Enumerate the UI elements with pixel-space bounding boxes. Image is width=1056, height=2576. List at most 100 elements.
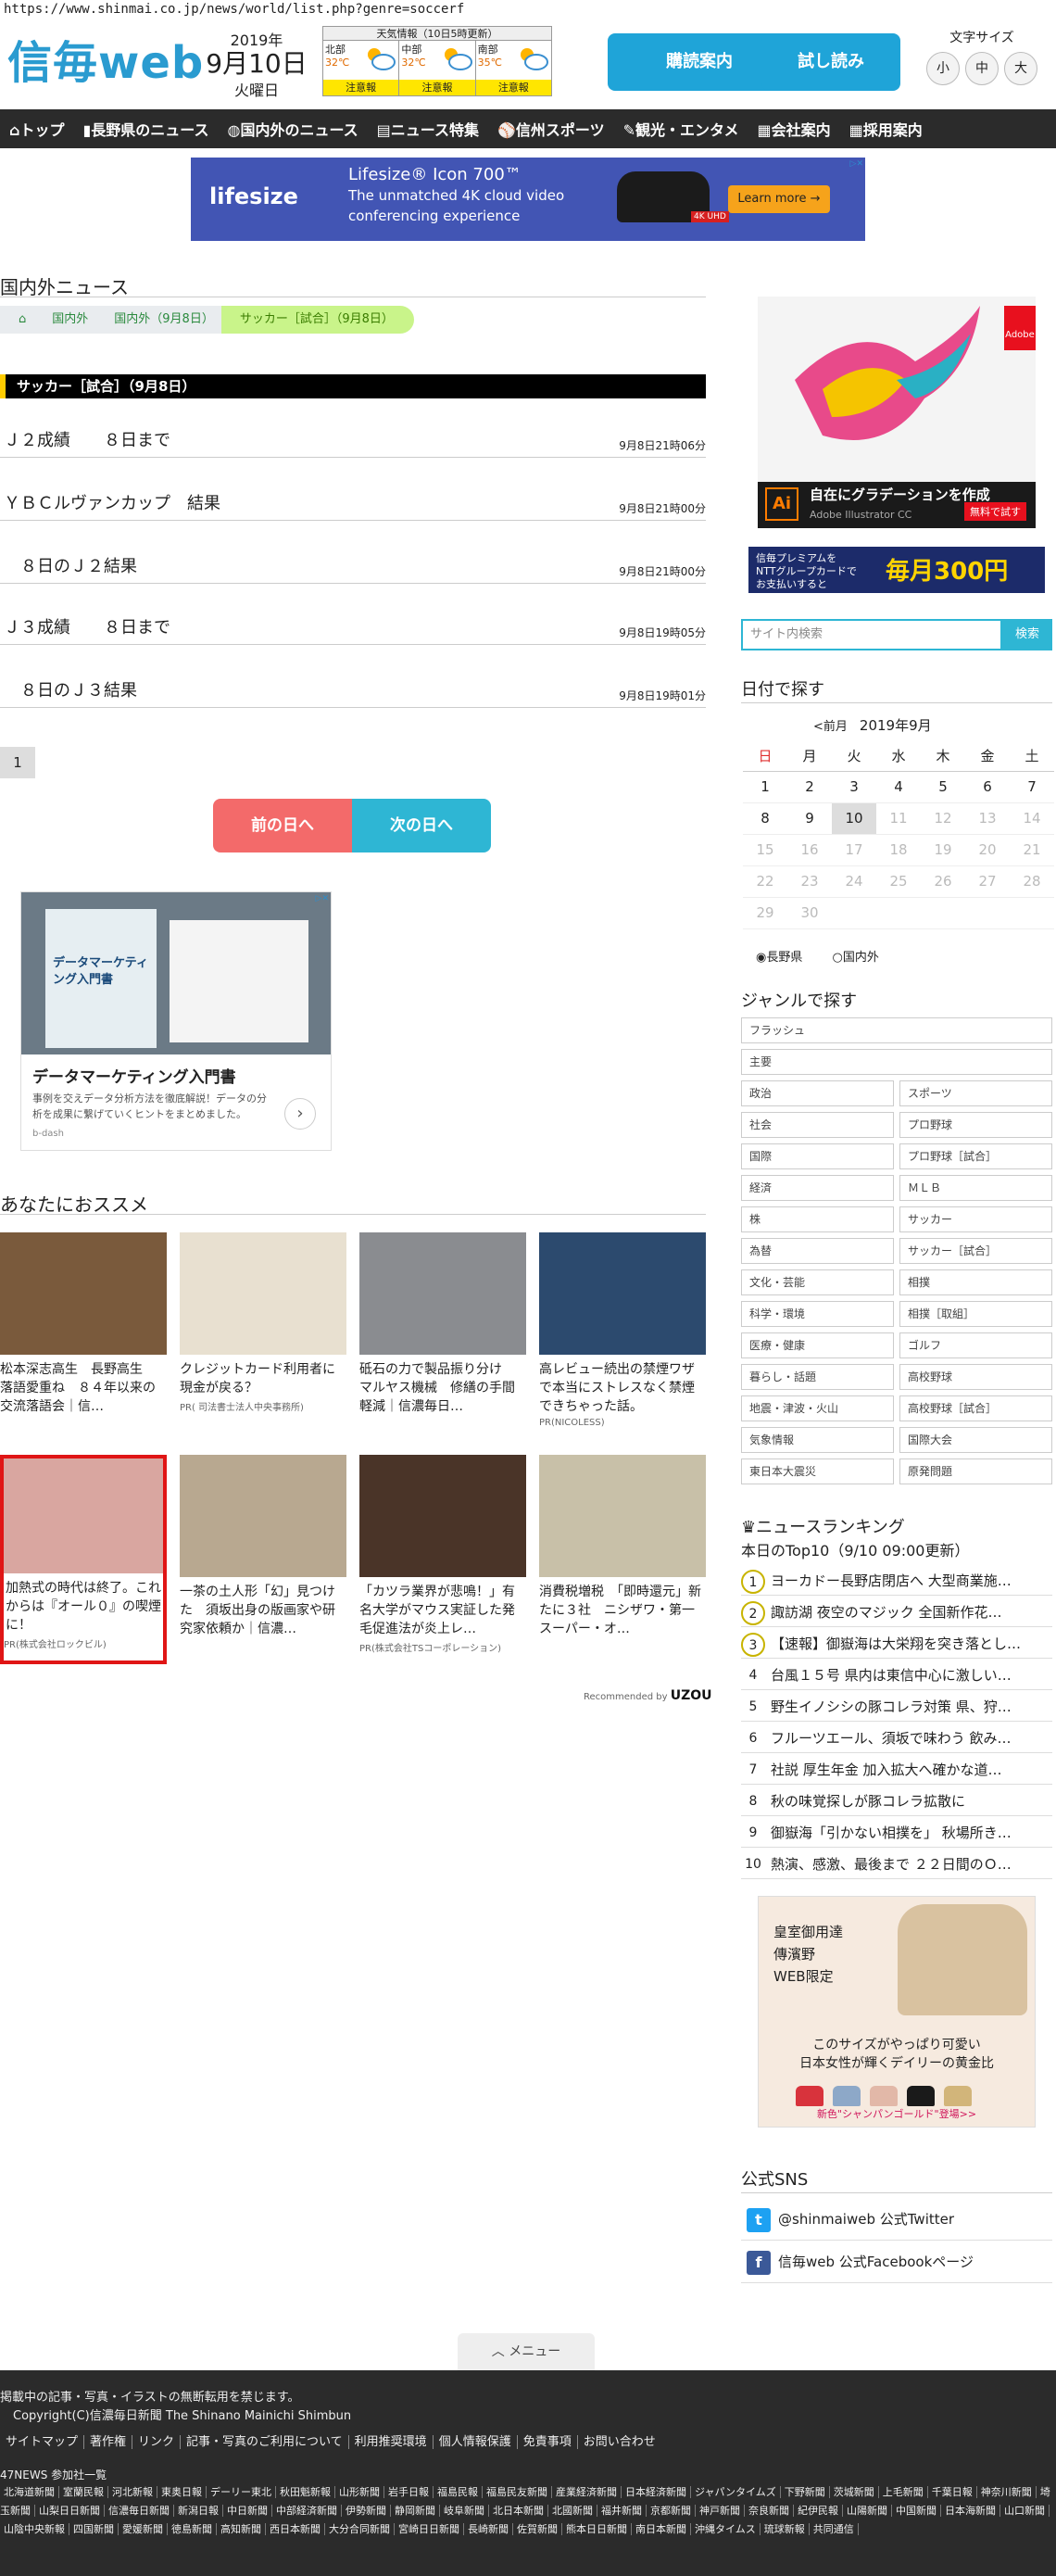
prev-day-button[interactable]: 前の日へ bbox=[213, 799, 352, 852]
recommended-by[interactable]: Recommended by UZOU bbox=[584, 1688, 712, 1703]
ranking-item[interactable]: 2 諏訪湖 夜空のマジック 全国新作花… bbox=[741, 1597, 1052, 1627]
genre-item[interactable]: 株 bbox=[741, 1206, 894, 1232]
news-item[interactable]: ８日のＪ３結果 9月8日19時01分 bbox=[0, 665, 706, 708]
genre-item[interactable]: プロ野球 bbox=[899, 1112, 1052, 1138]
newspaper-link[interactable]: 琉球新報 bbox=[760, 2523, 810, 2535]
newspaper-link[interactable]: 福島民友新聞 bbox=[483, 2486, 552, 2498]
ranking-item[interactable]: 10 熱演、感激、最後まで ２２日間のＯ… bbox=[741, 1850, 1052, 1879]
news-title[interactable]: ８日のＪ３結果 bbox=[4, 677, 137, 701]
menu-tab[interactable]: ︿ メニュー bbox=[458, 2333, 595, 2370]
genre-item[interactable]: 東日本大震災 bbox=[741, 1458, 894, 1484]
recommend-card[interactable]: 加熱式の時代は終了。これからは『オール０』の喫煙に！ PR(株式会社ロックビル) bbox=[0, 1455, 167, 1664]
newspaper-link[interactable]: 南日本新聞 bbox=[632, 2523, 691, 2535]
genre-item[interactable]: ゴルフ bbox=[899, 1332, 1052, 1358]
calendar-day[interactable]: 8 bbox=[743, 802, 787, 835]
newspaper-link[interactable]: 共同通信 bbox=[809, 2523, 859, 2535]
newspaper-link[interactable]: 中部経済新聞 bbox=[272, 2505, 342, 2517]
calendar-day[interactable]: 7 bbox=[1010, 771, 1054, 803]
genre-item[interactable]: 地震・津波・火山 bbox=[741, 1395, 894, 1421]
newspaper-link[interactable]: 産業経済新聞 bbox=[552, 2486, 622, 2498]
weather-widget[interactable]: 天気情報（10日5時更新） 北部 32℃ 注意報 中部 32℃ 注意報 南部 3… bbox=[322, 26, 552, 96]
newspaper-link[interactable]: 西日本新聞 bbox=[266, 2523, 325, 2535]
newspaper-link[interactable]: 北國新聞 bbox=[548, 2505, 597, 2517]
chevron-right-icon[interactable]: › bbox=[284, 1098, 316, 1130]
footer-link[interactable]: 免責事項 bbox=[517, 2435, 578, 2449]
genre-item[interactable]: 為替 bbox=[741, 1238, 894, 1264]
genre-item[interactable]: 高校野球 bbox=[899, 1364, 1052, 1390]
recommend-card[interactable]: クレジットカード利用者に現金が戻る？ PR( 司法書士法人中央事務所) bbox=[180, 1232, 346, 1413]
newspaper-link[interactable]: 中日新聞 bbox=[223, 2505, 272, 2517]
genre-item[interactable]: 経済 bbox=[741, 1175, 894, 1201]
newspaper-link[interactable]: ジャパンタイムズ bbox=[691, 2486, 781, 2498]
newspaper-link[interactable]: 四国新聞 bbox=[69, 2523, 119, 2535]
newspaper-link[interactable]: 新潟日報 bbox=[174, 2505, 223, 2517]
newspaper-link[interactable]: 神奈川新聞 bbox=[976, 2486, 1037, 2498]
pagination-current[interactable]: 1 bbox=[0, 747, 35, 778]
learn-more-button[interactable]: Learn more → bbox=[728, 185, 830, 213]
recommend-card[interactable]: 高レビュー続出の禁煙ワザで本当にストレスなく禁煙できちゃった話。 PR(NICOL… bbox=[539, 1232, 706, 1428]
genre-item[interactable]: プロ野球［試合］ bbox=[899, 1143, 1052, 1169]
url-bar[interactable]: https://www.shinmai.co.jp/news/world/lis… bbox=[4, 2, 464, 17]
newspaper-link[interactable]: デーリー東北 bbox=[207, 2486, 276, 2498]
newspaper-link[interactable]: 福井新聞 bbox=[597, 2505, 647, 2517]
trial-button[interactable]: 試し読み bbox=[761, 33, 900, 91]
newspaper-link[interactable]: 岩手日報 bbox=[384, 2486, 434, 2498]
news-item[interactable]: ＹＢＣルヴァンカップ 結果 9月8日21時00分 bbox=[0, 478, 706, 521]
next-day-button[interactable]: 次の日へ bbox=[352, 799, 491, 852]
genre-item[interactable]: 相撲 bbox=[899, 1269, 1052, 1295]
genre-item[interactable]: 文化・芸能 bbox=[741, 1269, 894, 1295]
weather-north[interactable]: 北部 32℃ 注意報 bbox=[323, 41, 400, 95]
site-logo[interactable]: 信毎web bbox=[7, 26, 204, 91]
font-small-button[interactable]: 小 bbox=[926, 52, 960, 85]
footer-link[interactable]: お問い合わせ bbox=[578, 2435, 661, 2449]
newspaper-link[interactable]: 神戸新聞 bbox=[696, 2505, 745, 2517]
twitter-link[interactable]: t @shinmaiweb 公式Twitter bbox=[741, 2198, 1052, 2241]
genre-item[interactable]: 気象情報 bbox=[741, 1427, 894, 1453]
search-button[interactable]: 検索 bbox=[1002, 619, 1052, 650]
free-trial-button[interactable]: 無料で試す bbox=[964, 502, 1026, 521]
newspaper-link[interactable]: 秋田魁新報 bbox=[276, 2486, 335, 2498]
nav-world[interactable]: ◍国内外のニュース bbox=[218, 118, 367, 140]
news-item[interactable]: Ｊ２成績 ８日まで 9月8日21時06分 bbox=[0, 415, 706, 458]
footer-link[interactable]: リンク bbox=[132, 2435, 182, 2449]
calendar-day[interactable]: 2 bbox=[787, 771, 832, 803]
ranking-item[interactable]: 8 秋の味覚探しが豚コレラ拡散に bbox=[741, 1787, 1052, 1816]
newspaper-link[interactable]: 伊勢新聞 bbox=[342, 2505, 391, 2517]
genre-item[interactable]: 政治 bbox=[741, 1080, 894, 1106]
newspaper-link[interactable]: 山口新聞 bbox=[1000, 2505, 1050, 2517]
newspaper-link[interactable]: 千葉日報 bbox=[927, 2486, 977, 2498]
newspaper-link[interactable]: 京都新聞 bbox=[647, 2505, 696, 2517]
data-marketing-ad[interactable]: データマーケティング入門書 ▷✕ データマーケティング入門書 事例を交えデータ分… bbox=[20, 891, 332, 1151]
newspaper-link[interactable]: 熊本日日新聞 bbox=[562, 2523, 632, 2535]
newspaper-link[interactable]: 信濃毎日新聞 bbox=[105, 2505, 174, 2517]
calendar-day[interactable]: 5 bbox=[921, 771, 965, 803]
prev-month-link[interactable]: <前月 bbox=[813, 720, 848, 734]
ranking-item[interactable]: 1 ヨーカドー長野店閉店へ 大型商業施… bbox=[741, 1566, 1052, 1596]
premium-banner[interactable]: 信毎プレミアムを NTTグループカードで お支払いすると 毎月300円 bbox=[748, 547, 1045, 593]
news-title[interactable]: ＹＢＣルヴァンカップ 結果 bbox=[4, 490, 220, 514]
genre-item[interactable]: 国際大会 bbox=[899, 1427, 1052, 1453]
genre-item[interactable]: 科学・環境 bbox=[741, 1301, 894, 1327]
genre-item[interactable]: スポーツ bbox=[899, 1080, 1052, 1106]
genre-item[interactable]: 社会 bbox=[741, 1112, 894, 1138]
nav-tourism[interactable]: ✎観光・エンタメ bbox=[614, 118, 748, 140]
ranking-item[interactable]: 6 フルーツエール、須坂で味わう 飲み… bbox=[741, 1724, 1052, 1753]
newspaper-link[interactable]: 福島民報 bbox=[434, 2486, 483, 2498]
footer-link[interactable]: 利用推奨環境 bbox=[348, 2435, 434, 2449]
newspaper-link[interactable]: 中国新聞 bbox=[892, 2505, 941, 2517]
newspaper-link[interactable]: 上毛新聞 bbox=[878, 2486, 928, 2498]
newspaper-link[interactable]: 紀伊民報 bbox=[794, 2505, 843, 2517]
ranking-item[interactable]: 3 【速報】御嶽海は大栄翔を突き落とし… bbox=[741, 1629, 1052, 1659]
newspaper-link[interactable]: 北海道新聞 bbox=[0, 2486, 59, 2498]
recommend-card[interactable]: 砥石の力で製品振り分け マルヤス機械 修繕の手間軽減｜信濃毎日… bbox=[359, 1232, 526, 1416]
top-banner-ad[interactable]: lifesize Lifesize® Icon 700™ The unmatch… bbox=[191, 158, 865, 241]
newspaper-link[interactable]: 佐賀新聞 bbox=[513, 2523, 562, 2535]
newspaper-link[interactable]: 宮崎日日新聞 bbox=[395, 2523, 464, 2535]
font-large-button[interactable]: 大 bbox=[1004, 52, 1037, 85]
font-medium-button[interactable]: 中 bbox=[965, 52, 999, 85]
radio-world[interactable]: ○国内外 bbox=[833, 947, 892, 965]
genre-item[interactable]: サッカー［試合］ bbox=[899, 1238, 1052, 1264]
nav-feature[interactable]: ▤ニュース特集 bbox=[368, 118, 488, 140]
newspaper-link[interactable]: 日本経済新聞 bbox=[622, 2486, 691, 2498]
newspaper-link[interactable]: 岐阜新聞 bbox=[440, 2505, 489, 2517]
